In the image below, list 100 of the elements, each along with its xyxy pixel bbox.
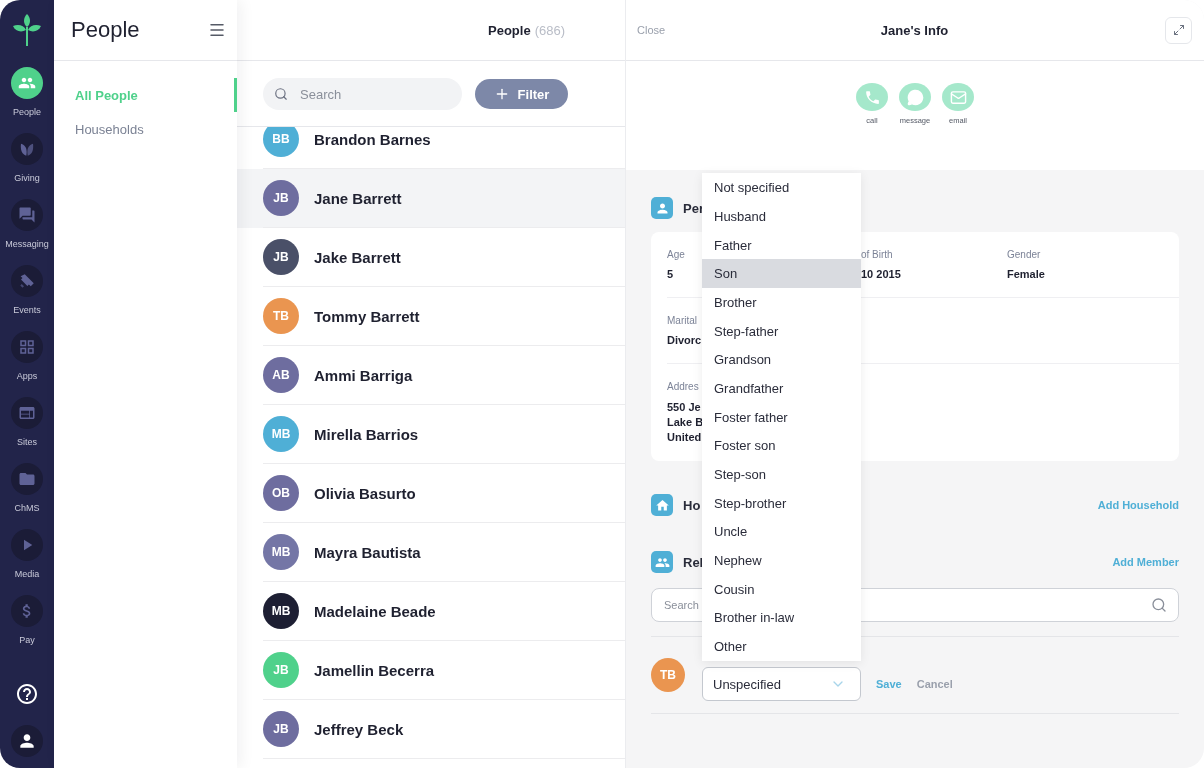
address-line: United	[667, 430, 702, 445]
avatar: TB	[263, 298, 299, 334]
nav-item[interactable]: Messaging	[5, 199, 49, 250]
avatar: JB	[263, 239, 299, 275]
help-icon[interactable]	[15, 682, 39, 706]
list-title: People	[488, 22, 531, 38]
avatar: TB	[651, 658, 685, 692]
speech-bubble-icon	[899, 83, 931, 111]
dropdown-option[interactable]: Not specified	[702, 173, 861, 202]
section-title: Per	[683, 200, 704, 216]
person-row[interactable]: JB Jamellin Becerra	[237, 641, 625, 700]
nav-item[interactable]: Events	[11, 265, 43, 316]
person-name: Jamellin Becerra	[314, 661, 435, 679]
nav-item[interactable]: Giving	[11, 133, 43, 184]
person-row[interactable]: TB Tommy Barrett	[237, 287, 625, 346]
field-label: of Birth	[861, 249, 893, 261]
sidebar-title: People	[71, 17, 140, 43]
dropdown-option[interactable]: Uncle	[702, 517, 861, 547]
person-icon	[651, 197, 673, 219]
folder-icon	[11, 463, 43, 495]
expand-icon	[1172, 24, 1185, 36]
person-name: Mirella Barrios	[314, 425, 419, 443]
nav-item[interactable]: Media	[11, 529, 43, 580]
relation-select[interactable]: Unspecified	[702, 667, 861, 701]
phone-icon	[856, 83, 888, 111]
dropdown-option[interactable]: Brother in-law	[702, 603, 861, 633]
grid-icon	[11, 331, 43, 363]
dropdown-option[interactable]: Brother	[702, 288, 861, 317]
field-value: Female	[1007, 268, 1045, 281]
people-icon	[11, 67, 43, 99]
avatar: MB	[263, 534, 299, 570]
nav-item[interactable]: Sites	[11, 397, 43, 448]
field-label: Gender	[1007, 249, 1041, 261]
nav-item[interactable]: Apps	[11, 331, 43, 382]
dropdown-option[interactable]: Step-father	[702, 316, 861, 346]
expand-button[interactable]	[1165, 16, 1192, 44]
nav-item[interactable]: Pay	[11, 595, 43, 646]
nav-item[interactable]: People	[11, 67, 43, 118]
layout-icon	[11, 397, 43, 429]
dropdown-option[interactable]: Cousin	[702, 574, 861, 604]
person-row[interactable]: MB Madelaine Beade	[237, 582, 625, 641]
avatar: JB	[263, 652, 299, 688]
person-name: Madelaine Beade	[314, 602, 436, 620]
dropdown-option[interactable]: Grandfather	[702, 374, 861, 403]
person-name: Brandon Barnes	[314, 130, 431, 148]
filter-button[interactable]: Filter	[475, 79, 568, 109]
dropdown-option[interactable]: Nephew	[702, 546, 861, 575]
person-name: Mayra Bautista	[314, 543, 421, 561]
people-icon	[651, 551, 673, 573]
ticket-icon	[11, 265, 43, 297]
menu-icon[interactable]	[208, 21, 226, 39]
person-name: Olivia Basurto	[314, 484, 416, 502]
section-title: Rel	[683, 554, 704, 570]
person-name: Jeffrey Beck	[314, 720, 404, 738]
sprout-logo	[13, 14, 41, 46]
nav-item[interactable]: ChMS	[11, 463, 43, 514]
field-value: Divorc	[667, 334, 702, 347]
dropdown-option[interactable]: Son	[702, 259, 861, 289]
avatar: AB	[263, 357, 299, 393]
field-value: 10 2015	[861, 268, 901, 281]
person-row[interactable]: OB Olivia Basurto	[237, 464, 625, 523]
sidebar-item[interactable]: Households	[54, 112, 237, 146]
address-line: 550 Je	[667, 400, 701, 415]
search-field[interactable]: Search	[263, 78, 462, 110]
person-row[interactable]: JB Jane Barrett	[237, 169, 625, 228]
field-label: Addres	[667, 381, 699, 393]
person-name: Ammi Barriga	[314, 366, 413, 384]
field-label: Age	[667, 249, 685, 261]
dropdown-option[interactable]: Husband	[702, 202, 861, 231]
dollar-icon	[11, 595, 43, 627]
field-value: 5	[667, 268, 674, 281]
avatar: MB	[263, 593, 299, 629]
dropdown-option[interactable]: Step-brother	[702, 488, 861, 518]
dropdown-option[interactable]: Grandson	[702, 345, 861, 375]
dropdown-option[interactable]: Step-son	[702, 460, 861, 489]
address-line: Lake B	[667, 415, 704, 430]
person-row[interactable]: JB Jake Barrett	[237, 228, 625, 287]
dropdown-option[interactable]: Father	[702, 230, 861, 260]
panel-title: Jane's Info	[880, 22, 949, 38]
dropdown-option[interactable]: Other	[702, 632, 861, 661]
chat-bubbles-icon	[11, 199, 43, 231]
user-avatar-icon[interactable]	[11, 725, 43, 757]
search-icon	[274, 87, 288, 101]
avatar: JB	[263, 711, 299, 747]
leaves-icon	[11, 133, 43, 165]
person-name: Jane Barrett	[314, 189, 402, 207]
play-icon	[11, 529, 43, 561]
field-label: Marital	[667, 315, 697, 327]
person-row[interactable]: MB Mirella Barrios	[237, 405, 625, 464]
person-row[interactable]: MB Mayra Bautista	[237, 523, 625, 582]
person-row[interactable]: JB Jeffrey Beck	[237, 700, 625, 759]
dropdown-option[interactable]: Foster son	[702, 431, 861, 461]
people-count: (686)	[534, 22, 565, 38]
avatar: JB	[263, 180, 299, 216]
person-name: Jake Barrett	[314, 248, 401, 266]
dropdown-option[interactable]: Foster father	[702, 402, 861, 432]
person-row[interactable]: AB Ammi Barriga	[237, 346, 625, 405]
envelope-icon	[942, 83, 974, 111]
search-icon	[1151, 597, 1167, 613]
avatar: BB	[263, 127, 299, 157]
